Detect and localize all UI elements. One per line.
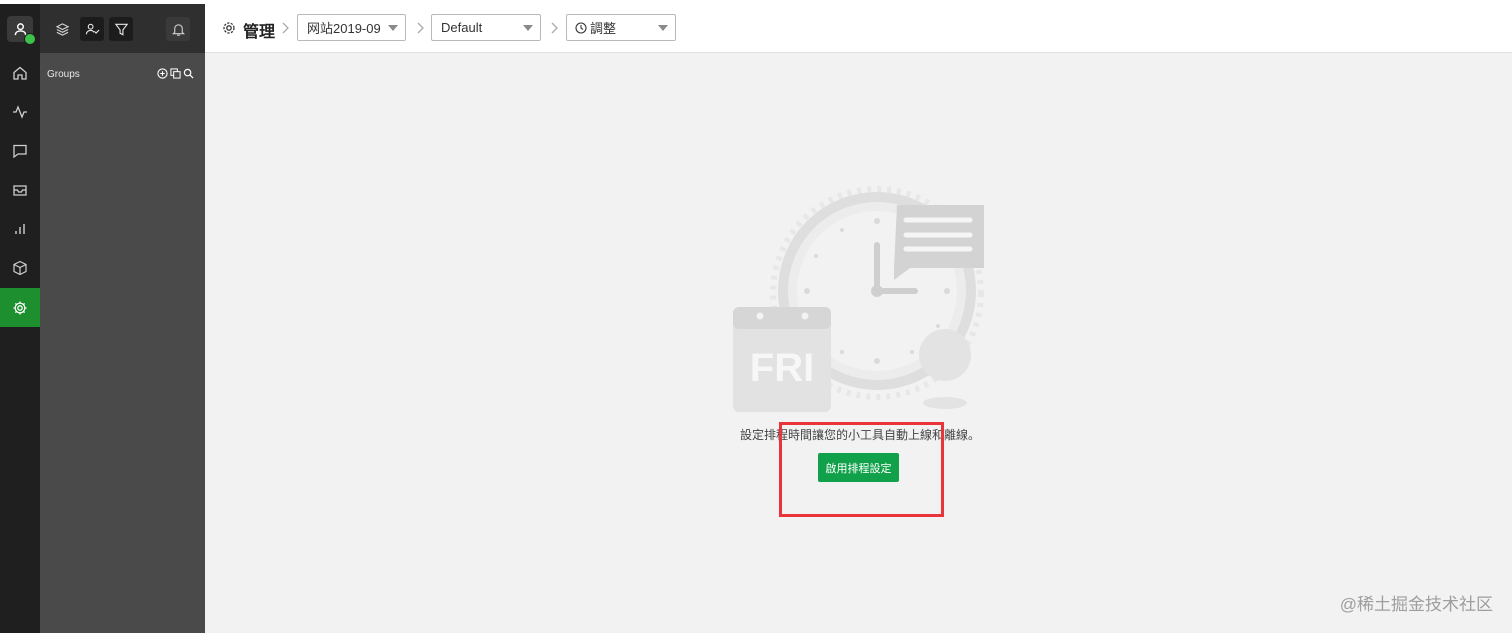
schedule-illustration: FRI [733, 186, 984, 412]
top-header: 管理 网站2019-09 Default 調整 [205, 4, 1512, 53]
cube-icon [13, 260, 27, 275]
caret-down-icon [658, 25, 668, 31]
layers-icon [55, 22, 69, 36]
highlight-box [779, 422, 944, 517]
caret-down-icon [388, 25, 398, 31]
bar-chart-icon [15, 223, 25, 234]
clock-icon [575, 21, 587, 34]
chevron-right-icon [282, 22, 289, 34]
schedule-select-value: 調整 [590, 21, 617, 36]
nav-reports[interactable] [0, 209, 40, 248]
watermark: @稀土掘金技术社区 [1339, 595, 1493, 614]
groups-panel: Groups [40, 4, 205, 633]
chevron-right-icon [417, 22, 424, 34]
nav-activity[interactable] [0, 92, 40, 131]
plus-circle-icon [157, 68, 168, 79]
layout-select[interactable]: Default [431, 14, 541, 41]
site-select[interactable]: 网站2019-09 [297, 14, 406, 41]
clock-center [871, 285, 883, 297]
gear-icon [13, 301, 27, 314]
user-check-icon [85, 23, 99, 34]
add-group-button[interactable] [157, 68, 168, 79]
calendar-day-label: FRI [750, 346, 814, 390]
layers-button[interactable] [50, 17, 74, 41]
pin-circle [919, 329, 971, 381]
bell-icon [171, 23, 185, 36]
filter-icon [114, 23, 128, 36]
online-status-dot [24, 33, 36, 45]
main-nav-rail [0, 4, 40, 633]
user-check-button[interactable] [80, 17, 104, 41]
copy-group-button[interactable] [170, 68, 181, 79]
nav-packages[interactable] [0, 248, 40, 287]
chevron-right-icon [551, 22, 558, 34]
copy-icon [170, 68, 181, 79]
pin-shadow [923, 397, 967, 409]
notifications-button[interactable] [166, 17, 190, 41]
gear-icon [223, 22, 235, 34]
layout-select-value: Default [441, 20, 483, 35]
panel-toolbar [40, 4, 205, 53]
home-icon [13, 66, 27, 80]
search-icon [183, 68, 194, 79]
user-avatar[interactable] [7, 16, 36, 45]
filter-button[interactable] [109, 17, 133, 41]
group-actions [157, 68, 194, 79]
schedule-select[interactable]: 調整 [566, 14, 676, 41]
search-group-button[interactable] [183, 68, 194, 79]
nav-messages[interactable] [0, 131, 40, 170]
nav-home[interactable] [0, 53, 40, 92]
activity-icon [13, 104, 27, 119]
inbox-icon [13, 184, 27, 196]
site-select-value: 网站2019-09 [307, 21, 381, 36]
nav-inbox[interactable] [0, 170, 40, 209]
chat-icon [13, 144, 27, 158]
calendar-header [733, 307, 831, 329]
page-title: 管理 [243, 24, 276, 41]
caret-down-icon [523, 25, 533, 31]
groups-label: Groups [47, 69, 80, 80]
nav-settings[interactable] [0, 288, 40, 327]
